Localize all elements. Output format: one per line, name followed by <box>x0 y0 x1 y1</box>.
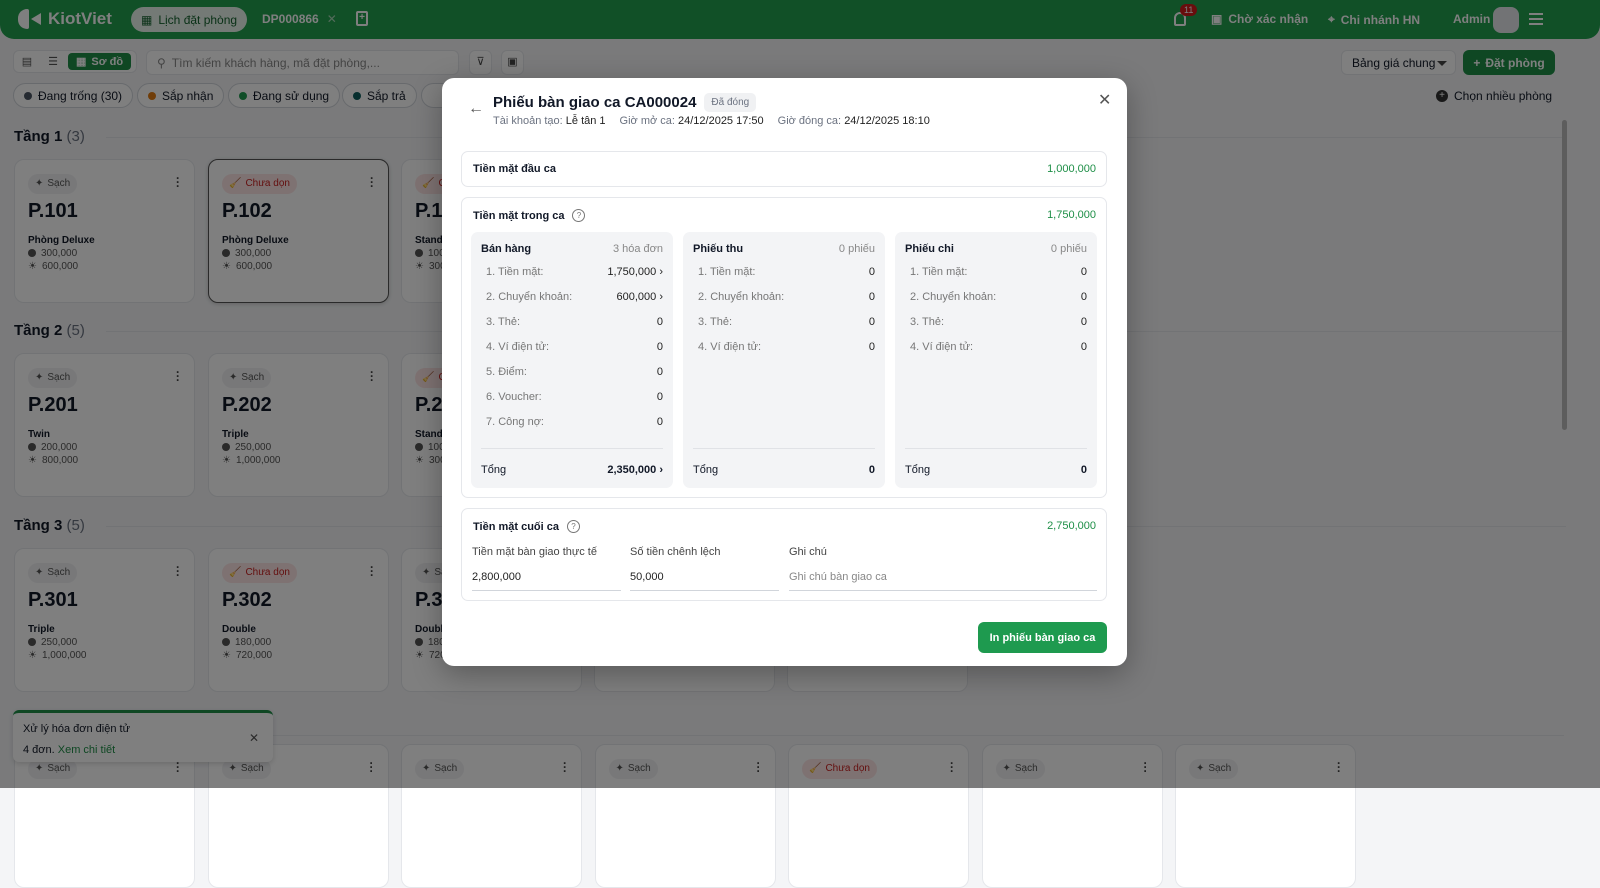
divider <box>693 448 875 449</box>
difference-label: Số tiền chênh lệch <box>630 546 721 558</box>
column-title: Phiếu thu <box>693 243 744 255</box>
creator-value: Lễ tân 1 <box>565 115 606 127</box>
divider <box>481 448 663 449</box>
total-amount: 2,350,000 › <box>607 464 663 476</box>
payment-method-label: 7. Công nợ: <box>486 416 544 428</box>
payment-amount: 0 <box>656 316 663 328</box>
modal-title: Phiếu bàn giao ca CA000024 <box>493 94 697 111</box>
close-icon[interactable]: ✕ <box>1098 90 1111 110</box>
payment-method-label: 1. Tiền mặt: <box>486 266 544 278</box>
column-title: Phiếu chi <box>905 243 954 255</box>
payment-row: 1. Tiền mặt: 0 <box>905 266 1087 280</box>
payment-amount: 0 <box>656 366 663 378</box>
summary-column: Phiếu thu 0 phiếu 1. Tiền mặt: 0 2. Chuyển k… <box>683 232 885 488</box>
column-header: Phiếu thu 0 phiếu <box>693 243 875 255</box>
close-time-value: 24/12/2025 18:10 <box>844 115 930 127</box>
payment-amount: 0 <box>868 291 875 303</box>
summary-column: Phiếu chi 0 phiếu 1. Tiền mặt: 0 2. Chuyển k… <box>895 232 1097 488</box>
shift-handover-modal: ← Phiếu bàn giao ca CA000024 Đã đóng Tài … <box>442 78 1127 666</box>
back-arrow-icon[interactable]: ← <box>468 100 484 118</box>
column-count: 0 phiếu <box>838 243 875 255</box>
opening-cash-section: Tiền mặt đầu ca 1,000,000 <box>461 151 1107 187</box>
in-shift-cash-section: Tiền mặt trong ca? 1,750,000 Bán hàng 3 h… <box>461 197 1107 498</box>
payment-row: 3. Thẻ: 0 <box>693 316 875 330</box>
payment-method-label: 3. Thẻ: <box>910 316 945 328</box>
payment-row: 4. Ví điện tử: 0 <box>481 341 663 355</box>
column-title: Bán hàng <box>481 243 532 255</box>
payment-method-label: 4. Ví điện tử: <box>698 341 762 353</box>
payment-method-label: 5. Điểm: <box>486 366 527 378</box>
column-count: 3 hóa đơn <box>612 243 663 255</box>
payment-amount: 0 <box>656 416 663 428</box>
total-row: Tổng 0 <box>905 464 1087 476</box>
note-label: Ghi chú <box>789 546 827 558</box>
open-time-value: 24/12/2025 17:50 <box>678 115 764 127</box>
total-label: Tổng <box>481 464 507 476</box>
payment-method-label: 6. Voucher: <box>486 391 542 403</box>
difference-input[interactable]: 50,000 <box>630 569 779 591</box>
shift-info: Tài khoản tạo: Lễ tân 1 Giờ mở ca: 24/12… <box>493 115 930 127</box>
payment-amount: 600,000 › <box>616 291 663 303</box>
payment-amount: 0 <box>656 391 663 403</box>
payment-row: 3. Thẻ: 0 <box>481 316 663 330</box>
payment-row: 2. Chuyển khoản: 0 <box>905 291 1087 305</box>
closing-cash-section: Tiền mặt cuối ca? 2,750,000 Tiền mặt bàn… <box>461 508 1107 601</box>
summary-column: Bán hàng 3 hóa đơn 1. Tiền mặt: 1,750,000 ›… <box>471 232 673 488</box>
opening-cash-value: 1,000,000 <box>1047 163 1096 175</box>
divider <box>905 448 1087 449</box>
total-label: Tổng <box>905 464 931 476</box>
help-icon[interactable]: ? <box>567 520 580 533</box>
actual-cash-label: Tiền mặt bàn giao thực tế <box>472 546 597 558</box>
status-badge: Đã đóng <box>704 93 757 112</box>
print-handover-button[interactable]: In phiếu bàn giao ca <box>978 622 1107 653</box>
payment-method-label: 4. Ví điện tử: <box>910 341 974 353</box>
total-row[interactable]: Tổng 2,350,000 › <box>481 464 663 476</box>
payment-row: 6. Voucher: 0 <box>481 391 663 405</box>
total-label: Tổng <box>693 464 719 476</box>
total-row: Tổng 0 <box>693 464 875 476</box>
open-time-label: Giờ mở ca: <box>619 115 675 127</box>
column-count: 0 phiếu <box>1050 243 1087 255</box>
payment-amount: 0 <box>868 316 875 328</box>
column-header: Bán hàng 3 hóa đơn <box>481 243 663 255</box>
payment-amount: 0 <box>1080 291 1087 303</box>
note-textarea[interactable]: Ghi chú bàn giao ca <box>789 569 1097 591</box>
payment-method-label: 1. Tiền mặt: <box>910 266 968 278</box>
payment-amount: 0 <box>1080 341 1087 353</box>
closing-cash-label: Tiền mặt cuối ca <box>473 520 559 533</box>
payment-amount: 0 <box>868 341 875 353</box>
payment-row: 5. Điểm: 0 <box>481 366 663 380</box>
payment-row: 4. Ví điện tử: 0 <box>905 341 1087 355</box>
creator-label: Tài khoản tạo: <box>493 115 563 127</box>
close-time-label: Giờ đóng ca: <box>777 115 842 127</box>
payment-row[interactable]: 1. Tiền mặt: 1,750,000 › <box>481 266 663 280</box>
payment-amount: 0 <box>656 341 663 353</box>
opening-cash-label: Tiền mặt đầu ca <box>473 163 556 175</box>
payment-row: 2. Chuyển khoản: 0 <box>693 291 875 305</box>
payment-row: 7. Công nợ: 0 <box>481 416 663 430</box>
column-header: Phiếu chi 0 phiếu <box>905 243 1087 255</box>
total-amount: 0 <box>1080 464 1087 476</box>
payment-method-label: 4. Ví điện tử: <box>486 341 550 353</box>
help-icon[interactable]: ? <box>572 209 586 222</box>
payment-amount: 0 <box>1080 266 1087 278</box>
payment-amount: 0 <box>1080 316 1087 328</box>
payment-method-label: 2. Chuyển khoản: <box>698 291 785 303</box>
payment-row: 4. Ví điện tử: 0 <box>693 341 875 355</box>
payment-method-label: 1. Tiền mặt: <box>698 266 756 278</box>
payment-method-label: 3. Thẻ: <box>698 316 733 328</box>
in-shift-cash-label: Tiền mặt trong ca <box>473 209 565 222</box>
payment-method-label: 2. Chuyển khoản: <box>910 291 997 303</box>
payment-amount: 1,750,000 › <box>607 266 663 278</box>
closing-cash-value: 2,750,000 <box>1047 520 1096 532</box>
actual-cash-input[interactable]: 2,800,000 <box>472 569 621 591</box>
payment-method-label: 3. Thẻ: <box>486 316 521 328</box>
payment-row: 1. Tiền mặt: 0 <box>693 266 875 280</box>
payment-row[interactable]: 2. Chuyển khoản: 600,000 › <box>481 291 663 305</box>
payment-amount: 0 <box>868 266 875 278</box>
payment-method-label: 2. Chuyển khoản: <box>486 291 573 303</box>
total-amount: 0 <box>868 464 875 476</box>
in-shift-cash-value: 1,750,000 <box>1047 209 1096 221</box>
payment-row: 3. Thẻ: 0 <box>905 316 1087 330</box>
